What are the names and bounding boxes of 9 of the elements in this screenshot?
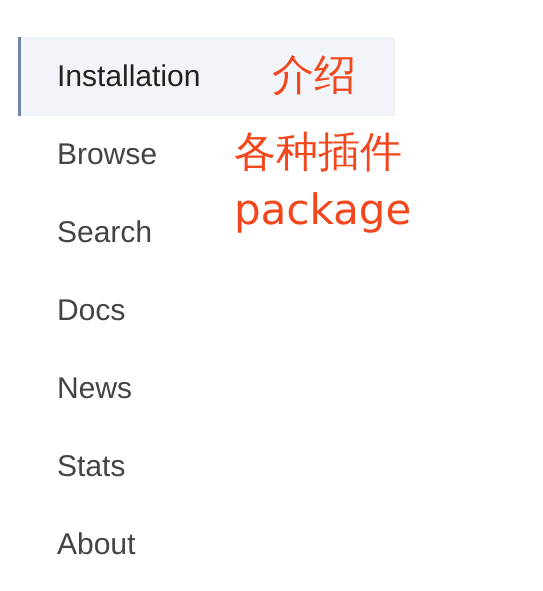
annotation-text: 介绍	[272, 50, 356, 100]
nav-item[interactable]: Stats	[57, 428, 130, 506]
nav-item[interactable]: Browse	[57, 116, 162, 194]
nav-item[interactable]: News	[57, 350, 136, 428]
annotation-text: 各种插件	[234, 127, 402, 177]
nav-item[interactable]: Search	[57, 194, 156, 272]
annotation-text: package	[234, 185, 412, 235]
nav-item[interactable]: About	[57, 506, 140, 584]
nav-item[interactable]: Docs	[57, 272, 130, 350]
